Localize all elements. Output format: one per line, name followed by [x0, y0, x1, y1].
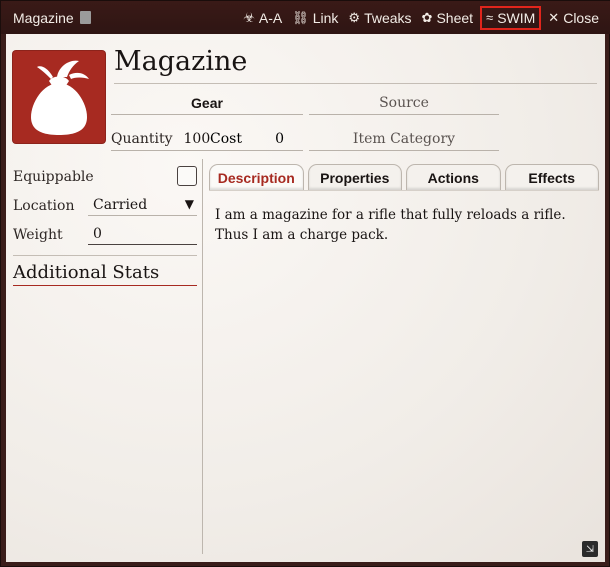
quantity-label: Quantity — [111, 130, 173, 147]
chevron-down-icon: ▼ — [184, 197, 194, 211]
divider — [13, 255, 197, 256]
item-image[interactable] — [13, 51, 105, 143]
location-row: Location Carried ▼ — [13, 191, 197, 220]
source-field[interactable]: Source — [309, 91, 499, 115]
aa-button[interactable]: ☣ A-A — [238, 6, 287, 30]
column-divider — [202, 159, 203, 554]
left-column: Equippable Location Carried ▼ Weight 0 A… — [13, 162, 197, 286]
tab-effects[interactable]: Effects — [504, 164, 599, 190]
cost-field[interactable]: Cost 0 — [210, 127, 303, 151]
item-category-field[interactable]: Item Category — [309, 127, 499, 151]
swim-icon: ≈ — [486, 10, 494, 25]
link-button[interactable]: ⛓ Link — [287, 6, 343, 30]
header-controls: ☣ A-A ⛓ Link ⚙ Tweaks ✿ Sheet ≈ SWIM ✕ C… — [238, 1, 610, 34]
cost-value[interactable]: 0 — [275, 131, 284, 147]
tab-description[interactable]: Description — [209, 164, 304, 190]
item-sheet-window: Magazine ☣ A-A ⛓ Link ⚙ Tweaks ✿ Sheet ≈ — [0, 0, 610, 567]
item-name[interactable]: Magazine — [114, 44, 597, 84]
equippable-checkbox[interactable] — [177, 166, 197, 186]
sack-icon — [31, 60, 89, 135]
weight-row: Weight 0 — [13, 220, 197, 249]
tweaks-icon: ⚙ — [348, 9, 361, 25]
weight-label: Weight — [13, 226, 63, 243]
tab-actions[interactable]: Actions — [406, 164, 501, 190]
window-header[interactable]: Magazine ☣ A-A ⛓ Link ⚙ Tweaks ✿ Sheet ≈ — [1, 1, 610, 34]
sheet-icon: ✿ — [421, 9, 433, 25]
link-icon: ⛓ — [292, 9, 309, 25]
tweaks-label: Tweaks — [364, 9, 412, 26]
resize-handle-icon[interactable]: ⇲ — [582, 541, 598, 557]
equippable-label: Equippable — [13, 168, 94, 185]
sheet-button[interactable]: ✿ Sheet — [417, 6, 479, 30]
aa-label: A-A — [258, 9, 283, 26]
swim-label: SWIM — [497, 9, 536, 26]
description-text[interactable]: I am a magazine for a rifle that fully r… — [215, 205, 593, 245]
additional-stats-heading[interactable]: Additional Stats — [13, 262, 197, 286]
close-icon: ✕ — [548, 9, 560, 25]
item-type[interactable]: Gear — [111, 91, 303, 115]
tab-bar: Description Properties Actions Effects — [209, 164, 599, 190]
link-label: Link — [312, 9, 339, 26]
sheet-body: Magazine Gear Source Quantity 100 Cost 0… — [6, 34, 605, 562]
equippable-row: Equippable — [13, 162, 197, 191]
tweaks-button[interactable]: ⚙ Tweaks — [343, 6, 416, 30]
close-label: Close — [563, 9, 599, 26]
tab-properties[interactable]: Properties — [307, 164, 402, 190]
sheet-label: Sheet — [436, 9, 474, 26]
cost-label: Cost — [210, 131, 242, 147]
swim-button[interactable]: ≈ SWIM — [480, 5, 542, 30]
weight-input[interactable]: 0 — [88, 223, 197, 245]
close-button[interactable]: ✕ Close — [543, 6, 610, 30]
location-select[interactable]: Carried ▼ — [88, 194, 197, 216]
biohazard-icon: ☣ — [243, 9, 255, 25]
location-label: Location — [13, 197, 75, 214]
quantity-value[interactable]: 100 — [184, 131, 211, 147]
book-icon — [79, 11, 91, 24]
tab-underline — [209, 190, 599, 191]
location-value: Carried — [93, 196, 148, 213]
window-title: Magazine — [13, 10, 91, 26]
window-title-text: Magazine — [13, 9, 74, 26]
